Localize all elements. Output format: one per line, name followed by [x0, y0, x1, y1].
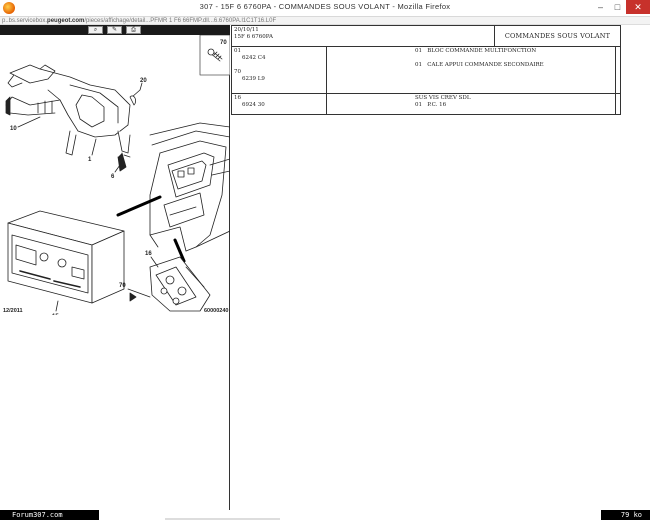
- qty-value: 01 BLOC COMMANDE MULTIFONCTION: [415, 48, 537, 54]
- minimize-button[interactable]: –: [592, 0, 609, 14]
- exploded-parts-drawing: 70 20 10 1 6 16 70: [5, 35, 230, 315]
- radio-unit: [7, 210, 125, 304]
- parts-list-panel: 20/10/11 15F 6 6760PA COMMANDES SOUS VOL…: [230, 25, 650, 515]
- table-row[interactable]: 16 6924 30 SUS VIS CREV SDL 01 P.C. 16: [231, 93, 621, 115]
- print-icon[interactable]: ⎙: [126, 26, 141, 34]
- description: CALE APPUI COMMANDE SECONDAIRE: [427, 62, 544, 68]
- illustration-panel: ⌕ ✎ ⎙ 70 20 10 1 6 16 70 12/2011 6000024…: [0, 25, 230, 515]
- callout-20: 20: [140, 78, 147, 84]
- empty-cell: [615, 46, 621, 94]
- switch-panel: [149, 256, 211, 312]
- figure-reference: 60000240: [204, 308, 229, 314]
- table-header-row: 20/10/11 15F 6 6760PA COMMANDES SOUS VOL…: [230, 25, 621, 47]
- callout-70-top: 70: [220, 40, 227, 46]
- illustration-toolbar: ⌕ ✎ ⎙: [0, 25, 230, 35]
- part-number: 6924 30: [242, 102, 265, 108]
- description: BLOC COMMANDE MULTIFONCTION: [427, 48, 537, 54]
- ref-cell: 01 6242 C4 70 6239 L9: [231, 46, 327, 94]
- spacer-line: [234, 62, 324, 69]
- figure-date: 12/2011: [3, 308, 23, 314]
- qty-value: 01 CALE APPUI COMMANDE SECONDAIRE: [415, 62, 544, 68]
- part-number: 6239 L9: [242, 76, 265, 82]
- multifunction-switch: [5, 64, 131, 172]
- empty-cell: [615, 93, 621, 115]
- description: P.C. 16: [427, 102, 447, 108]
- address-bar[interactable]: p..bs.servicebox.peugeot.com/pieces/affi…: [0, 17, 650, 25]
- status-bar: Forum307.com 79 ko: [0, 510, 650, 520]
- header-title-cell: COMMANDES SOUS VOLANT: [494, 25, 621, 47]
- header-code: 15F 6 6760PA: [234, 34, 273, 40]
- browser-window: 307 - 15F 6 6760PA - COMMANDES SOUS VOLA…: [0, 0, 650, 520]
- file-size-label: 79 ko: [601, 510, 650, 520]
- title-bar: 307 - 15F 6 6760PA - COMMANDES SOUS VOLA…: [0, 0, 650, 17]
- parts-table: 20/10/11 15F 6 6760PA COMMANDES SOUS VOL…: [230, 25, 621, 115]
- ref-number: 01: [234, 48, 241, 54]
- qty-value: 01 P.C. 16: [415, 102, 447, 108]
- spacer-line: [329, 55, 613, 62]
- description: SUS VIS CREV SDL: [415, 95, 471, 101]
- forum-label: Forum307.com: [0, 510, 99, 520]
- callout-70-bottom: 70: [119, 283, 126, 289]
- edit-icon[interactable]: ✎: [107, 26, 122, 34]
- callout-15: 15: [52, 314, 59, 315]
- qty-cell: 01 BLOC COMMANDE MULTIFONCTION 01 CALE A…: [326, 46, 616, 94]
- window-title: 307 - 15F 6 6760PA - COMMANDES SOUS VOLA…: [199, 2, 451, 11]
- qty-cell: SUS VIS CREV SDL 01 P.C. 16: [326, 93, 616, 115]
- ref-number: 16: [234, 95, 241, 101]
- part-number: 6242 C4: [242, 55, 266, 61]
- header-date: 20/10/11: [234, 27, 259, 33]
- callout-10: 10: [10, 126, 17, 132]
- callout-1: 1: [88, 157, 92, 163]
- table-row[interactable]: 01 6242 C4 70 6239 L9 01 BLOC COMMANDE M…: [231, 46, 621, 94]
- maximize-button[interactable]: □: [609, 0, 626, 14]
- ref-cell: 16 6924 30: [231, 93, 327, 115]
- ref-number: 70: [234, 69, 241, 75]
- window-controls: – □ ✕: [592, 0, 650, 14]
- url-text: p..bs.servicebox.peugeot.com/pieces/affi…: [2, 18, 277, 24]
- zoom-icon[interactable]: ⌕: [88, 26, 103, 34]
- close-button[interactable]: ✕: [626, 0, 650, 14]
- callout-16: 16: [145, 251, 152, 257]
- callout-6: 6: [111, 174, 115, 180]
- header-left-cell: 20/10/11 15F 6 6760PA: [230, 25, 496, 47]
- dashboard-console: [149, 122, 230, 252]
